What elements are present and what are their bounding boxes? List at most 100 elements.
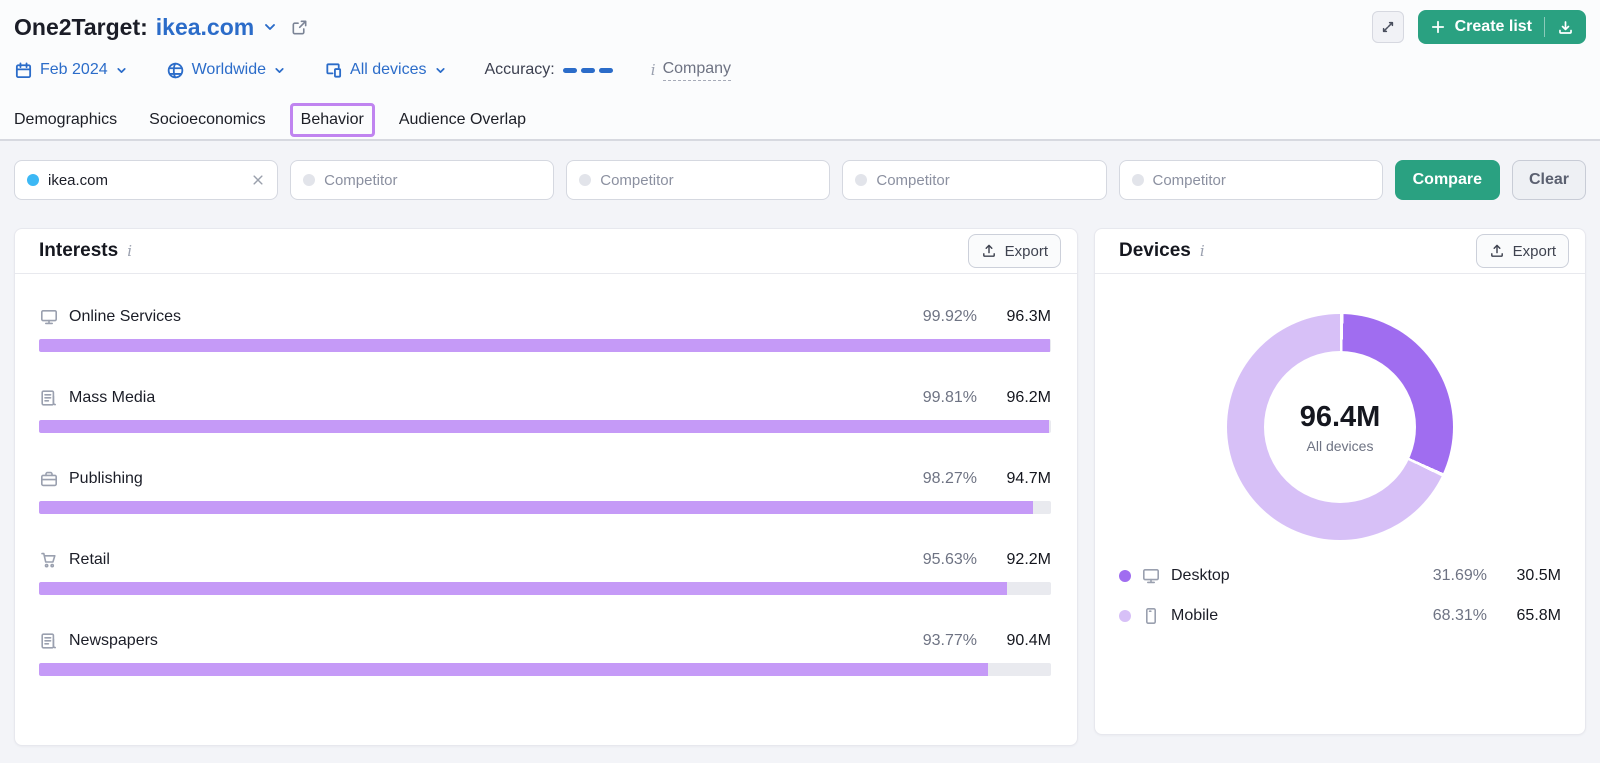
interest-row: Publishing 98.27% 94.7M xyxy=(39,468,1051,514)
interest-bar-track xyxy=(39,582,1051,595)
date-filter[interactable]: Feb 2024 xyxy=(14,61,128,80)
devices-total-label: All devices xyxy=(1306,437,1374,454)
close-icon[interactable] xyxy=(251,173,265,187)
clear-button[interactable]: Clear xyxy=(1511,160,1587,200)
legend-reach: 65.8M xyxy=(1516,607,1561,624)
devices-total-value: 96.4M xyxy=(1299,400,1381,433)
devices-donut-center: 96.4M All devices xyxy=(1264,351,1416,503)
date-filter-label: Feb 2024 xyxy=(40,61,108,78)
legend-label: Mobile xyxy=(1171,607,1219,624)
expand-icon xyxy=(1380,19,1396,35)
interest-bar-track xyxy=(39,339,1051,352)
export-icon xyxy=(981,243,997,259)
accuracy-level-icon xyxy=(562,67,613,73)
devices-donut-chart: 96.4M All devices xyxy=(1227,314,1453,540)
interest-label: Publishing xyxy=(69,470,143,487)
external-link-icon[interactable] xyxy=(290,18,309,37)
desktop-color-dot xyxy=(1119,570,1131,582)
devices-title: Devices xyxy=(1119,240,1191,261)
download-icon[interactable] xyxy=(1557,19,1574,36)
devices-panel: Devices i Export 96.4M All devices Deskt… xyxy=(1094,228,1586,735)
devices-filter-label: All devices xyxy=(350,61,427,78)
page-title: One2Target: ikea.com xyxy=(14,14,278,41)
competitor-input-3[interactable]: Competitor xyxy=(842,160,1107,200)
company-label: Company xyxy=(662,60,732,81)
title-row: One2Target: ikea.com Create list xyxy=(14,9,1586,45)
interest-bar-track xyxy=(39,663,1051,676)
devices-filter[interactable]: All devices xyxy=(324,61,446,80)
newspaper-icon xyxy=(39,631,59,651)
interests-export-label: Export xyxy=(1004,242,1048,260)
location-filter-label: Worldwide xyxy=(191,61,267,78)
company-link[interactable]: i Company xyxy=(650,60,732,81)
export-icon xyxy=(1489,243,1505,259)
mobile-color-dot xyxy=(1119,610,1131,622)
monitor-icon xyxy=(1141,566,1161,586)
one2target-page: One2Target: ikea.com Create list Feb 202… xyxy=(0,0,1600,763)
interests-panel: Interests i Export Online Services 99.92… xyxy=(14,228,1078,746)
legend-row-mobile[interactable]: Mobile 68.31% 65.8M xyxy=(1119,600,1561,632)
interests-export-button[interactable]: Export xyxy=(967,234,1061,268)
competitor-placeholder: Competitor xyxy=(876,171,950,189)
interest-label: Online Services xyxy=(69,308,182,325)
expand-button[interactable] xyxy=(1371,11,1404,43)
info-icon: i xyxy=(650,60,656,79)
competitor-placeholder: Competitor xyxy=(324,171,398,189)
create-list-button[interactable]: Create list xyxy=(1417,10,1586,44)
competitor-placeholder: Competitor xyxy=(600,171,674,189)
plus-icon xyxy=(1430,19,1446,35)
interest-percent: 99.92% xyxy=(922,308,977,325)
main-domain-input[interactable]: ikea.com xyxy=(14,160,279,200)
legend-row-desktop[interactable]: Desktop 31.69% 30.5M xyxy=(1119,560,1561,592)
chevron-down-icon[interactable] xyxy=(262,19,278,35)
interest-bar xyxy=(39,663,988,676)
chevron-down-icon xyxy=(273,64,286,77)
interest-bar-track xyxy=(39,420,1051,433)
interest-row: Retail 95.63% 92.2M xyxy=(39,549,1051,595)
interest-reach: 92.2M xyxy=(1006,551,1051,568)
interests-title: Interests xyxy=(39,240,119,261)
interest-bar xyxy=(39,420,1050,433)
accuracy-label: Accuracy: xyxy=(484,61,555,78)
monitor-icon xyxy=(39,307,59,327)
chevron-down-icon xyxy=(115,64,128,77)
main-domain-value: ikea.com xyxy=(48,171,109,189)
location-filter[interactable]: Worldwide xyxy=(166,61,286,80)
competitor-input-1[interactable]: Competitor xyxy=(290,160,555,200)
interest-label: Newspapers xyxy=(69,632,158,649)
interests-panel-header: Interests i Export xyxy=(15,229,1077,274)
interest-percent: 93.77% xyxy=(922,632,977,649)
legend-percent: 68.31% xyxy=(1432,607,1487,624)
interest-row: Mass Media 99.81% 96.2M xyxy=(39,387,1051,433)
interest-row: Newspapers 93.77% 90.4M xyxy=(39,630,1051,676)
interest-reach: 96.2M xyxy=(1006,389,1051,406)
page-title-domain[interactable]: ikea.com xyxy=(156,14,254,41)
legend-label: Desktop xyxy=(1171,567,1230,584)
interest-bar xyxy=(39,582,1007,595)
tab-behavior[interactable]: Behavior xyxy=(289,102,375,137)
info-icon[interactable]: i xyxy=(1200,243,1205,259)
interest-label: Mass Media xyxy=(69,389,156,406)
info-icon[interactable]: i xyxy=(127,243,132,259)
page-title-prefix: One2Target: xyxy=(14,13,148,40)
briefcase-icon xyxy=(39,469,59,489)
interest-row: Online Services 99.92% 96.3M xyxy=(39,306,1051,352)
tab-audience-overlap[interactable]: Audience Overlap xyxy=(399,111,526,129)
interest-rows: Online Services 99.92% 96.3M Mass Media … xyxy=(15,306,1077,676)
tab-demographics[interactable]: Demographics xyxy=(14,111,117,129)
devices-export-button[interactable]: Export xyxy=(1475,234,1569,268)
chevron-down-icon xyxy=(434,64,447,77)
interest-reach: 94.7M xyxy=(1006,470,1051,487)
competitor-input-4[interactable]: Competitor xyxy=(1118,160,1383,200)
tab-socioeconomics[interactable]: Socioeconomics xyxy=(149,111,266,129)
domain-dot-icon xyxy=(579,174,592,186)
interest-percent: 98.27% xyxy=(922,470,977,487)
create-list-label: Create list xyxy=(1454,18,1532,35)
competitor-row: ikea.com Competitor Competitor Competito… xyxy=(14,160,1587,200)
competitor-input-2[interactable]: Competitor xyxy=(566,160,831,200)
devices-legend: Desktop 31.69% 30.5M Mobile 68.31% 65.8M xyxy=(1119,560,1561,632)
globe-icon xyxy=(166,61,185,80)
accuracy-indicator: Accuracy: xyxy=(485,61,613,79)
compare-button[interactable]: Compare xyxy=(1394,160,1500,200)
all-devices-icon xyxy=(324,61,343,80)
